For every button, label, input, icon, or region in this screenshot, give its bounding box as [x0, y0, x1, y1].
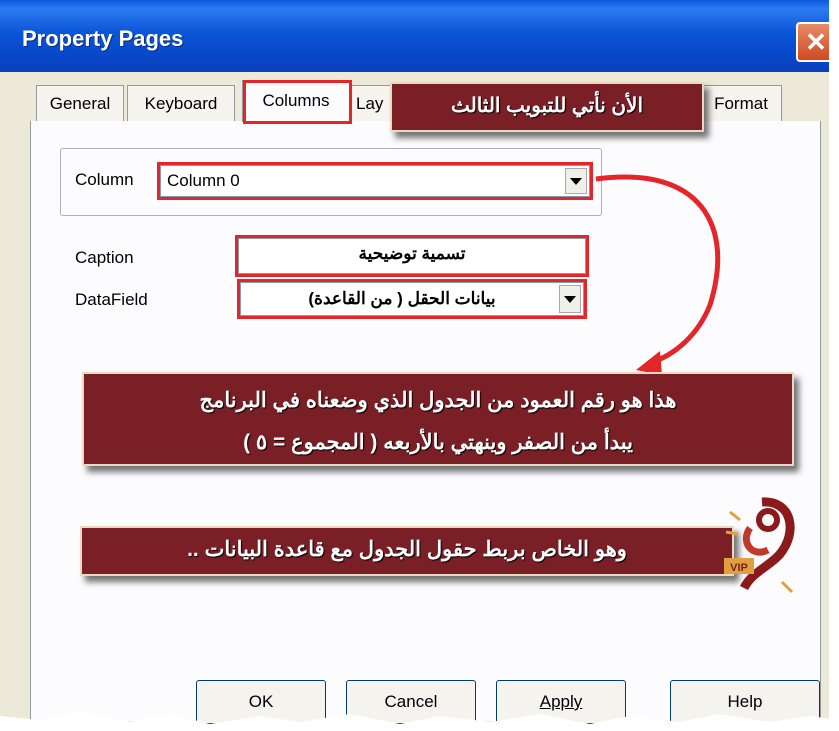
torn-edge — [0, 712, 839, 731]
column-note-line2: يبدأ من الصفر وينهتي بالأربعه ( المجموع … — [243, 431, 633, 454]
column-note: هذا هو رقم العمود من الجدول الذي وضعناه … — [82, 372, 794, 466]
tab-format[interactable]: Format — [700, 85, 782, 121]
column-note-line1: هذا هو رقم العمود من الجدول الذي وضعناه … — [199, 389, 677, 412]
datafield-label: DataField — [75, 290, 148, 309]
title-bar[interactable]: Property Pages — [0, 0, 829, 72]
tab-general[interactable]: General — [36, 85, 124, 121]
window-title: Property Pages — [22, 26, 184, 51]
datafield-note: وهو الخاص بربط حقول الجدول مع قاعدة البي… — [80, 526, 734, 576]
tab-layout[interactable]: Lay — [351, 85, 391, 121]
arrow-icon — [595, 174, 721, 375]
column-select-highlight — [157, 162, 593, 200]
vip-logo: VIP — [724, 497, 795, 594]
property-pages-window: Property Pages ✕ General Keyboard Column… — [0, 0, 836, 726]
datafield-select-highlight — [237, 279, 587, 319]
logo-text: VIP — [730, 562, 748, 574]
column-label: Column — [75, 170, 134, 189]
third-tab-note: الأن نأتي للتبويب الثالث — [390, 82, 704, 132]
columns-tab-highlight — [243, 80, 352, 124]
close-icon: ✕ — [805, 27, 827, 57]
caption-input-highlight — [235, 235, 589, 277]
caption-label: Caption — [75, 248, 134, 267]
torn-edge-right — [829, 0, 839, 731]
tab-keyboard[interactable]: Keyboard — [127, 85, 235, 121]
